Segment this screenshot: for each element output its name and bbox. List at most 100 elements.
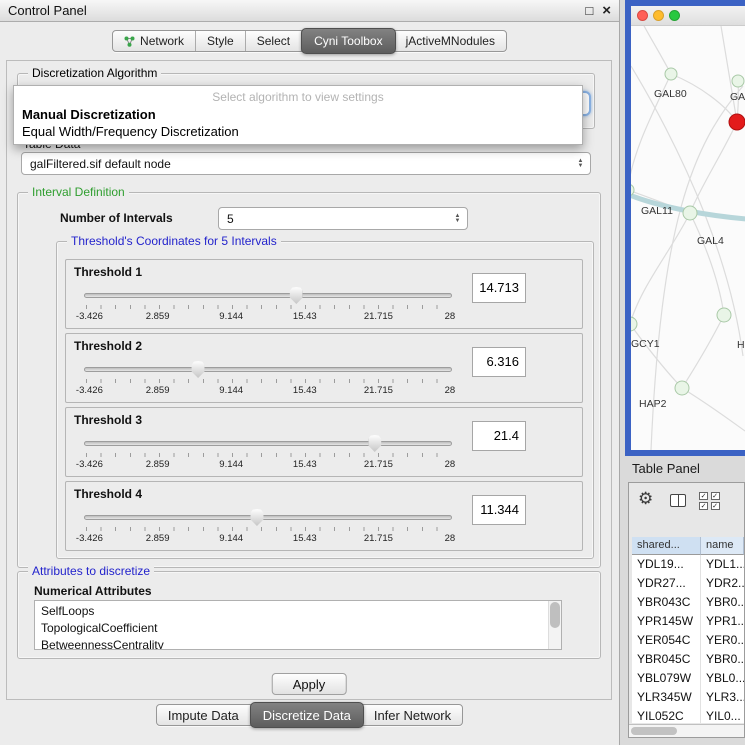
- scale-label: 15.43: [293, 459, 317, 470]
- list-item[interactable]: TopologicalCoefficient: [35, 620, 561, 637]
- slider-scale: -3.426 2.859 9.144 15.43 21.715 28: [84, 311, 452, 323]
- threshold-4-label: Threshold 4: [74, 487, 142, 501]
- slider-track[interactable]: [84, 367, 452, 372]
- checkbox-grid-icon[interactable]: ✓ ✓ ✓ ✓: [699, 492, 721, 511]
- selected-network-node[interactable]: [729, 114, 745, 130]
- tab-select[interactable]: Select: [246, 31, 302, 51]
- network-node[interactable]: [732, 75, 744, 87]
- tab-select-label: Select: [257, 34, 290, 48]
- tab-infer-network-label: Infer Network: [374, 708, 451, 723]
- tab-infer-network[interactable]: Infer Network: [363, 705, 462, 725]
- thresholds-group: Threshold's Coordinates for 5 Intervals …: [56, 241, 594, 559]
- slider-track[interactable]: [84, 515, 452, 520]
- horizontal-scrollbar[interactable]: [629, 724, 744, 737]
- network-canvas[interactable]: GAL80 GA GAL11 GAL4 GCY1 HAP2 H: [631, 26, 745, 450]
- scrollbar-thumb[interactable]: [550, 602, 560, 628]
- cell: YPR1...: [701, 612, 744, 631]
- tab-cyni-toolbox[interactable]: Cyni Toolbox: [301, 28, 395, 54]
- threshold-1-value-field[interactable]: 14.713: [472, 273, 526, 303]
- number-of-intervals-combobox[interactable]: 5 ▲ ▼: [218, 207, 468, 230]
- gear-icon[interactable]: ⚙: [638, 490, 653, 507]
- interval-definition-group: Interval Definition Number of Intervals …: [17, 192, 601, 568]
- scale-label: 2.859: [146, 459, 170, 470]
- slider-scale: -3.426 2.859 9.144 15.43 21.715 28: [84, 533, 452, 545]
- table-row[interactable]: YBL079WYBL0...: [632, 669, 744, 688]
- node-label: GA: [730, 91, 745, 103]
- tab-discretize-data[interactable]: Discretize Data: [250, 702, 364, 728]
- tab-style-label: Style: [207, 34, 234, 48]
- network-edge: [639, 26, 671, 74]
- threshold-3-value-field[interactable]: 21.4: [472, 421, 526, 451]
- network-view-window: GAL80 GA GAL11 GAL4 GCY1 HAP2 H: [625, 0, 745, 456]
- tab-network-label: Network: [140, 34, 184, 48]
- attributes-group: Attributes to discretize Numerical Attri…: [17, 571, 601, 659]
- tab-network[interactable]: Network: [113, 31, 196, 51]
- table-row[interactable]: YDR27...YDR2...: [632, 574, 744, 593]
- table-row[interactable]: YDL19...YDL1...: [632, 555, 744, 574]
- slider-thumb[interactable]: [290, 287, 303, 304]
- slider-ticks: [86, 527, 450, 531]
- top-tab-bar: Network Style Select Cyni Toolbox jActiv…: [0, 30, 619, 52]
- slider-ticks: [86, 379, 450, 383]
- threshold-2-value-field[interactable]: 6.316: [472, 347, 526, 377]
- column-header-name[interactable]: name: [701, 537, 744, 555]
- network-node[interactable]: [717, 308, 731, 322]
- threshold-3-slider[interactable]: -3.426 2.859 9.144 15.43 21.715 28: [84, 434, 452, 474]
- close-traffic-light-icon[interactable]: [637, 10, 648, 21]
- slider-ticks: [86, 453, 450, 457]
- slider-thumb[interactable]: [192, 361, 205, 378]
- network-node[interactable]: [665, 68, 677, 80]
- stepper-down-icon: ▼: [578, 164, 584, 169]
- cell: YBR043C: [632, 593, 701, 612]
- slider-thumb[interactable]: [368, 435, 381, 452]
- slider-scale: -3.426 2.859 9.144 15.43 21.715 28: [84, 459, 452, 471]
- slider-ticks: [86, 305, 450, 309]
- table-data-combobox[interactable]: galFiltered.sif default node ▲ ▼: [21, 152, 591, 175]
- column-header-shared-name[interactable]: shared...: [632, 537, 701, 555]
- close-window-icon[interactable]: ×: [602, 3, 611, 18]
- network-node[interactable]: [631, 317, 637, 331]
- attributes-group-title: Attributes to discretize: [28, 564, 154, 578]
- threshold-1-slider[interactable]: -3.426 2.859 9.144 15.43 21.715 28: [84, 286, 452, 326]
- apply-button[interactable]: Apply: [272, 673, 347, 695]
- combo-stepper-icon: ▲ ▼: [451, 208, 464, 229]
- zoom-traffic-light-icon[interactable]: [669, 10, 680, 21]
- tab-jactivemodules[interactable]: jActiveMNodules: [395, 31, 506, 51]
- scale-label: 21.715: [364, 385, 393, 396]
- scrollbar-thumb[interactable]: [631, 727, 677, 735]
- network-edge: [690, 213, 724, 315]
- minimize-traffic-light-icon[interactable]: [653, 10, 664, 21]
- node-label: GCY1: [631, 338, 660, 350]
- table-row[interactable]: YBR045CYBR0...: [632, 650, 744, 669]
- tab-style[interactable]: Style: [196, 31, 246, 51]
- scale-label: 9.144: [219, 311, 243, 322]
- network-node[interactable]: [675, 381, 689, 395]
- slider-thumb[interactable]: [250, 509, 263, 526]
- list-item[interactable]: BetweennessCentrality: [35, 637, 561, 650]
- threshold-2-slider[interactable]: -3.426 2.859 9.144 15.43 21.715 28: [84, 360, 452, 400]
- algorithm-option-equal-width[interactable]: Equal Width/Frequency Discretization: [14, 123, 582, 140]
- cell: YDL19...: [632, 555, 701, 574]
- threshold-4-slider[interactable]: -3.426 2.859 9.144 15.43 21.715 28: [84, 508, 452, 548]
- table-row[interactable]: YBR043CYBR0...: [632, 593, 744, 612]
- table-row[interactable]: YER054CYER0...: [632, 631, 744, 650]
- tab-impute-data[interactable]: Impute Data: [157, 705, 251, 725]
- network-node[interactable]: [683, 206, 697, 220]
- slider-track[interactable]: [84, 441, 452, 446]
- top-tab-segment: Network Style Select Cyni Toolbox jActiv…: [112, 30, 507, 52]
- list-item[interactable]: SelfLoops: [35, 603, 561, 620]
- table-row[interactable]: YPR145WYPR1...: [632, 612, 744, 631]
- table-row[interactable]: YLR345WYLR3...: [632, 688, 744, 707]
- cell: YBL079W: [632, 669, 701, 688]
- slider-track[interactable]: [84, 293, 452, 298]
- tab-impute-data-label: Impute Data: [168, 708, 239, 723]
- float-window-icon[interactable]: □: [585, 4, 593, 17]
- network-edge: [631, 213, 690, 324]
- threshold-4-value-field[interactable]: 11.344: [472, 495, 526, 525]
- columns-icon[interactable]: [670, 494, 686, 507]
- scale-label: 9.144: [219, 533, 243, 544]
- table-row[interactable]: YIL052CYIL0...: [632, 707, 744, 723]
- list-scrollbar[interactable]: [548, 601, 561, 649]
- algorithm-option-manual[interactable]: Manual Discretization: [14, 106, 582, 123]
- scale-label: -3.426: [76, 533, 103, 544]
